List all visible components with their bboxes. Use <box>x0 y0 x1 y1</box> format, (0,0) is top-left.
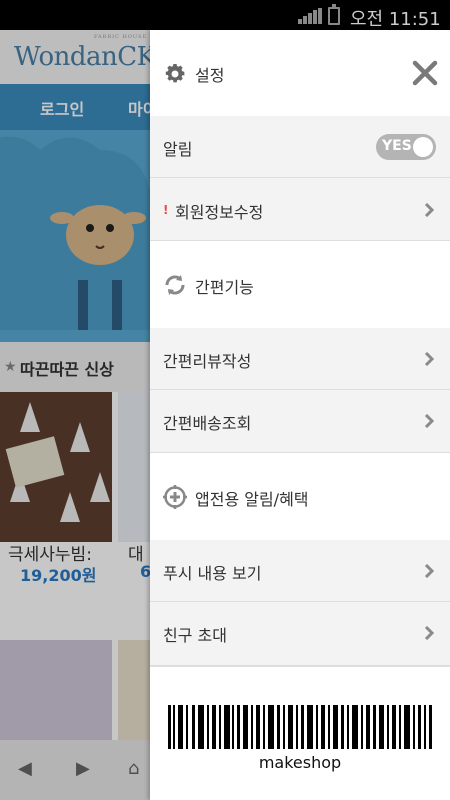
toggle-text: YES <box>382 138 412 154</box>
notification-label: 알림 <box>163 140 193 159</box>
signal-icon <box>298 8 322 24</box>
app-section-title: 앱전용 알림/혜택 <box>195 490 309 509</box>
chevron-right-icon <box>424 352 434 366</box>
push-content-row[interactable]: 푸시 내용 보기 <box>150 540 450 602</box>
chevron-right-icon <box>424 626 434 640</box>
barcode-area: makeshop <box>150 666 450 800</box>
push-content-label: 푸시 내용 보기 <box>163 564 262 583</box>
drawer-header: 설정 <box>150 30 450 116</box>
gear-icon <box>165 64 185 83</box>
battery-icon <box>328 4 340 25</box>
status-time: 오전 11:51 <box>350 9 441 30</box>
settings-drawer: 설정 알림 YES ! 회원정보수정 간편기능 간편리뷰작성 간편배송조회 앱전… <box>150 30 450 800</box>
quick-section-header: 간편기능 <box>150 241 450 328</box>
crosshair-plus-icon <box>163 485 187 509</box>
status-bar: 오전 11:51 <box>0 0 450 30</box>
quick-review-row[interactable]: 간편리뷰작성 <box>150 328 450 390</box>
member-edit-row[interactable]: ! 회원정보수정 <box>150 178 450 241</box>
chevron-right-icon <box>424 414 434 428</box>
close-icon[interactable] <box>412 60 438 86</box>
quick-delivery-row[interactable]: 간편배송조회 <box>150 390 450 453</box>
app-section-header: 앱전용 알림/혜택 <box>150 453 450 540</box>
chevron-right-icon <box>424 564 434 578</box>
refresh-icon <box>165 275 185 295</box>
quick-section-title: 간편기능 <box>195 278 254 297</box>
quick-review-label: 간편리뷰작성 <box>163 352 252 371</box>
chevron-right-icon <box>424 203 434 217</box>
notification-toggle[interactable]: YES <box>376 134 436 160</box>
drawer-title: 설정 <box>195 66 225 85</box>
toggle-knob <box>413 137 433 157</box>
barcode-text: makeshop <box>258 753 342 772</box>
member-edit-label: 회원정보수정 <box>175 203 264 222</box>
alert-marker: ! <box>163 203 169 217</box>
invite-friends-row[interactable]: 친구 초대 <box>150 602 450 666</box>
notification-row: 알림 YES <box>150 116 450 178</box>
quick-delivery-label: 간편배송조회 <box>163 414 252 433</box>
barcode-image <box>168 705 432 749</box>
invite-friends-label: 친구 초대 <box>163 626 227 645</box>
